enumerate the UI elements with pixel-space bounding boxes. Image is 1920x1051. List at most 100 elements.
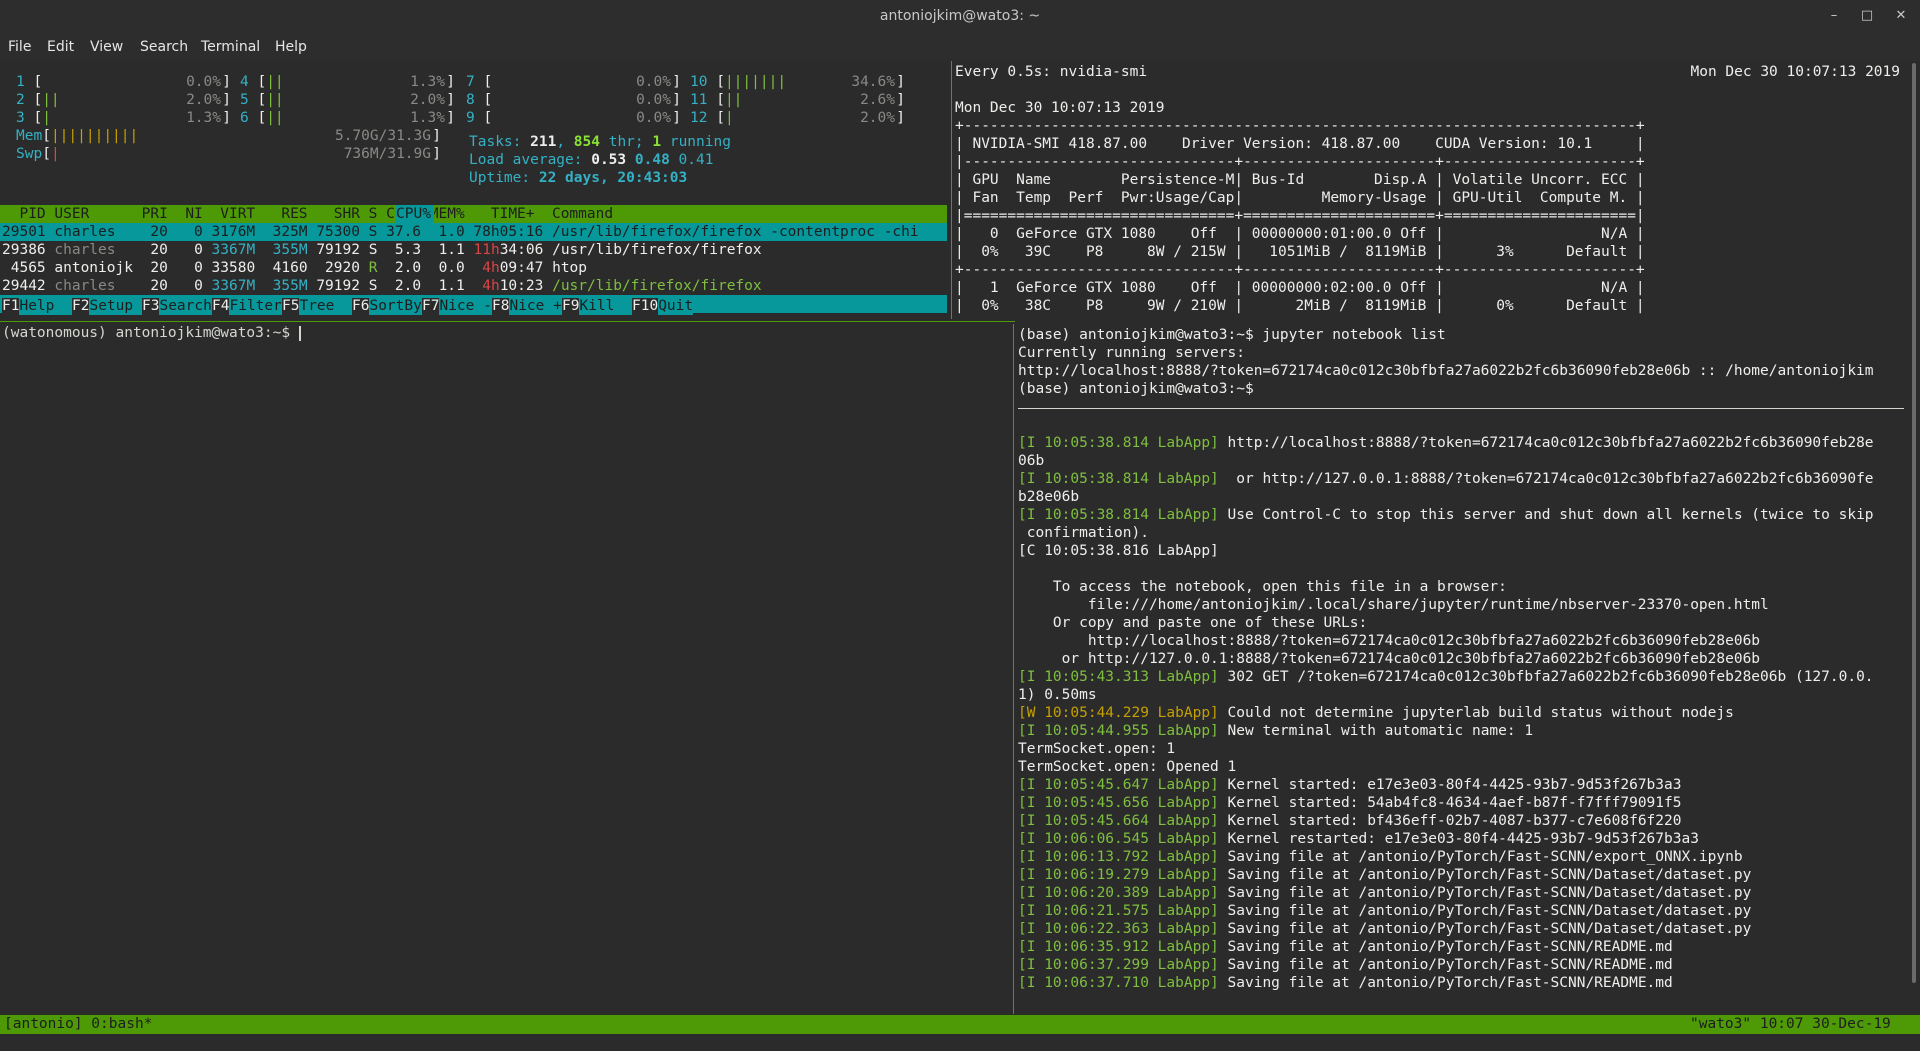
log-line: [C 10:05:38.816 LabApp]	[1018, 542, 1219, 560]
user: charles	[54, 242, 142, 258]
close-icon[interactable]: ✕	[1891, 6, 1911, 26]
bash-prompt[interactable]: (watonomous) antoniojkim@wato3:~$	[2, 324, 301, 342]
minimize-icon[interactable]: –	[1824, 6, 1844, 26]
nvidia-line: Every 0.5s: nvidia-smi	[955, 64, 1148, 80]
window-titlebar[interactable]: antoniojkim@wato3: ~ – □ ✕	[0, 0, 1920, 33]
log-tag: [I 10:06:19.279 LabApp]	[1018, 867, 1219, 883]
mem: 1.1	[429, 278, 474, 294]
log-tag: [I 10:05:45.647 LabApp]	[1018, 777, 1219, 793]
jupyter-line: (base) antoniojkim@wato3:~$	[1018, 381, 1254, 397]
nvidia-line: +-------------------------------+-------…	[955, 262, 1645, 278]
time: 09:47	[499, 260, 553, 276]
menu-search[interactable]: Search	[140, 39, 188, 55]
menu-edit[interactable]: Edit	[47, 39, 74, 55]
nvidia-smi-pane[interactable]: Every 0.5s: nvidia-smi Mon Dec 30 10:07:1…	[953, 61, 1908, 319]
menu-terminal[interactable]: Terminal	[201, 39, 260, 55]
cpu-meter: 1 [0.0%]	[16, 73, 231, 91]
fkey-f2[interactable]: F2Setup	[72, 295, 142, 315]
maximize-icon[interactable]: □	[1857, 6, 1877, 26]
fkey-key: F8	[492, 298, 510, 314]
cpu-meter: 4 [|| 1.3%]	[240, 73, 455, 91]
log-tag: [I 10:05:38.814 LabApp]	[1018, 435, 1219, 451]
shr: 2920	[316, 260, 369, 276]
fkey-f8[interactable]: F8Nice +	[492, 295, 562, 315]
fkey-key: F10	[632, 298, 659, 314]
cpu-meter: 7 [0.0%]	[466, 73, 681, 91]
cpu-id: 5	[240, 92, 249, 108]
log-line: To access the notebook, open this file i…	[1018, 578, 1507, 596]
cpu-bar: ||	[266, 74, 284, 90]
fkey-f7[interactable]: F7Nice -	[422, 295, 492, 315]
tmux-clock: "wato3" 10:07 30-Dec-19	[1690, 1016, 1891, 1032]
cpu-bar: ||	[266, 92, 284, 108]
cpu-sort-label: CPU%	[396, 206, 431, 222]
process-row[interactable]: 29442 charles 20 0 3367M 355M 79192 S 2.…	[2, 277, 762, 295]
log-tag: [I 10:06:22.363 LabApp]	[1018, 921, 1219, 937]
jupyter-pane[interactable]: (base) antoniojkim@wato3:~$ jupyter note…	[1016, 324, 1908, 1014]
fkey-f1[interactable]: F1Help	[2, 295, 72, 315]
cpu-bracket-close: ]	[672, 74, 681, 90]
process-row[interactable]: 4565 antoniojk 20 0 33580 4160 2920 R 2.…	[2, 259, 587, 277]
cpu-bracket: [	[24, 92, 43, 108]
fkey-f10[interactable]: F10Quit	[632, 295, 694, 315]
log-line: [I 10:06:21.575 LabApp] Saving file at /…	[1018, 902, 1751, 920]
uptime-label: Uptime:	[469, 170, 539, 186]
tmux-session-label: [antonio] 0:bash*	[4, 1016, 153, 1032]
log-line: file:///home/antoniojkim/.local/share/ju…	[1018, 596, 1769, 614]
htop-pane[interactable]: 1 [0.0%] 2 [|| 2.0%] 3 [| 1.3%] 4 [|| 1.3%] 5 […	[0, 61, 950, 319]
log-message: Saving file at /antonio/PyTorch/Fast-SCN…	[1218, 849, 1743, 865]
terminal-area[interactable]: 1 [0.0%] 2 [|| 2.0%] 3 [| 1.3%] 4 [|| 1.3%] 5 […	[0, 61, 1920, 1051]
log-line: [I 10:05:44.955 LabApp] New terminal wit…	[1018, 722, 1533, 740]
fkey-f4[interactable]: F4Filter	[212, 295, 282, 315]
process-row-selected[interactable]: 29501 charles 20 0 3176M 325M 75300 S 37…	[0, 223, 947, 241]
mem: 1.1	[429, 242, 474, 258]
cpu-meter: 2 [|| 2.0%]	[16, 91, 231, 109]
cpu: 2.0	[386, 278, 430, 294]
nvidia-line: | 0% 39C P8 8W / 215W | 1051MiB / 8119Mi…	[955, 244, 1645, 260]
process-table-header: PID USER PRI NI VIRT RES SHR S CPU% MEM%…	[0, 205, 947, 223]
process-row-text: 29501 charles 20 0 3176M 325M 75300 S 37…	[2, 224, 919, 240]
pid: 29386	[2, 242, 55, 258]
cpu-bracket-close: ]	[672, 110, 681, 126]
fkey-f6[interactable]: F6SortBy	[352, 295, 422, 315]
cpu-percent: 2.6%	[860, 92, 895, 108]
pane-divider	[1013, 324, 1014, 1014]
process-row[interactable]: 29386 charles 20 0 3367M 355M 79192 S 5.…	[2, 241, 762, 259]
fkey-f3[interactable]: F3Search	[142, 295, 212, 315]
nvidia-line: Mon Dec 30 10:07:13 2019	[955, 100, 1165, 116]
nvidia-timestamp: Mon Dec 30 10:07:13 2019	[1690, 64, 1900, 80]
menu-file[interactable]: File	[8, 39, 31, 55]
log-message: [C 10:05:38.816 LabApp]	[1018, 543, 1219, 559]
cpu: 2.0	[386, 260, 430, 276]
mem-value: 5.70G/31.3G	[334, 128, 431, 144]
pri: 20 0	[141, 242, 212, 258]
tasks-label: Tasks:	[469, 134, 531, 150]
scrollbar-thumb[interactable]	[1912, 63, 1916, 983]
menu-view[interactable]: View	[90, 39, 123, 55]
fkey-f9[interactable]: F9Kill	[562, 295, 632, 315]
menu-help[interactable]: Help	[275, 39, 307, 55]
cpu-percent: 0.0%	[636, 110, 671, 126]
cpu-bracket-close: ]	[896, 92, 905, 108]
cpu-bracket: [	[248, 110, 267, 126]
log-tag: [I 10:05:38.814 LabApp]	[1018, 507, 1219, 523]
fkey-label: Quit	[658, 297, 694, 315]
swp-bracket: [	[42, 146, 51, 162]
window-title: antoniojkim@wato3: ~	[879, 8, 1041, 24]
user: antoniojk	[54, 260, 142, 276]
cpu-bracket-close: ]	[446, 92, 455, 108]
time-hours: 11h	[473, 242, 500, 258]
nvidia-line: |-------------------------------+-------…	[955, 154, 1645, 170]
cpu-id: 7	[466, 74, 475, 90]
nvidia-line: | NVIDIA-SMI 418.87.00 Driver Version: 4…	[955, 136, 1645, 152]
fkey-label: Nice +	[509, 297, 562, 315]
fkey-label: Help	[19, 297, 72, 315]
bash-pane[interactable]: (watonomous) antoniojkim@wato3:~$	[0, 324, 1012, 1014]
cpu-bracket-close: ]	[222, 110, 231, 126]
scrollbar[interactable]	[1908, 61, 1920, 983]
cpu-id: 3	[16, 110, 25, 126]
log-tag: [I 10:06:13.792 LabApp]	[1018, 849, 1219, 865]
fkey-f5[interactable]: F5Tree	[282, 295, 352, 315]
pri: 20 0	[141, 260, 212, 276]
swp-value: 736M/31.9G	[343, 146, 431, 162]
